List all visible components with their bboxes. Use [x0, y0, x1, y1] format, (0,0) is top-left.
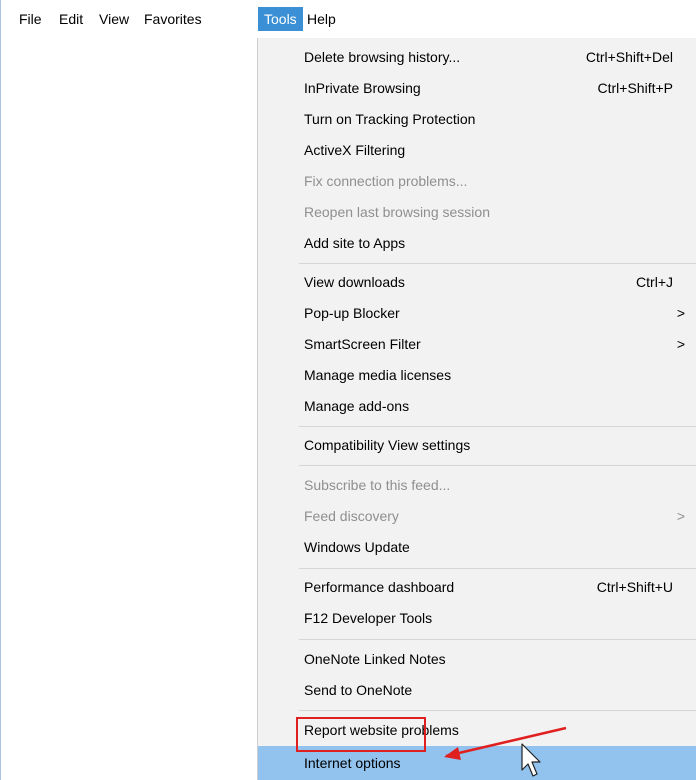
red-arrow-icon: [444, 726, 567, 760]
annotation-overlay: [444, 726, 567, 777]
mouse-pointer-icon: [521, 743, 541, 777]
